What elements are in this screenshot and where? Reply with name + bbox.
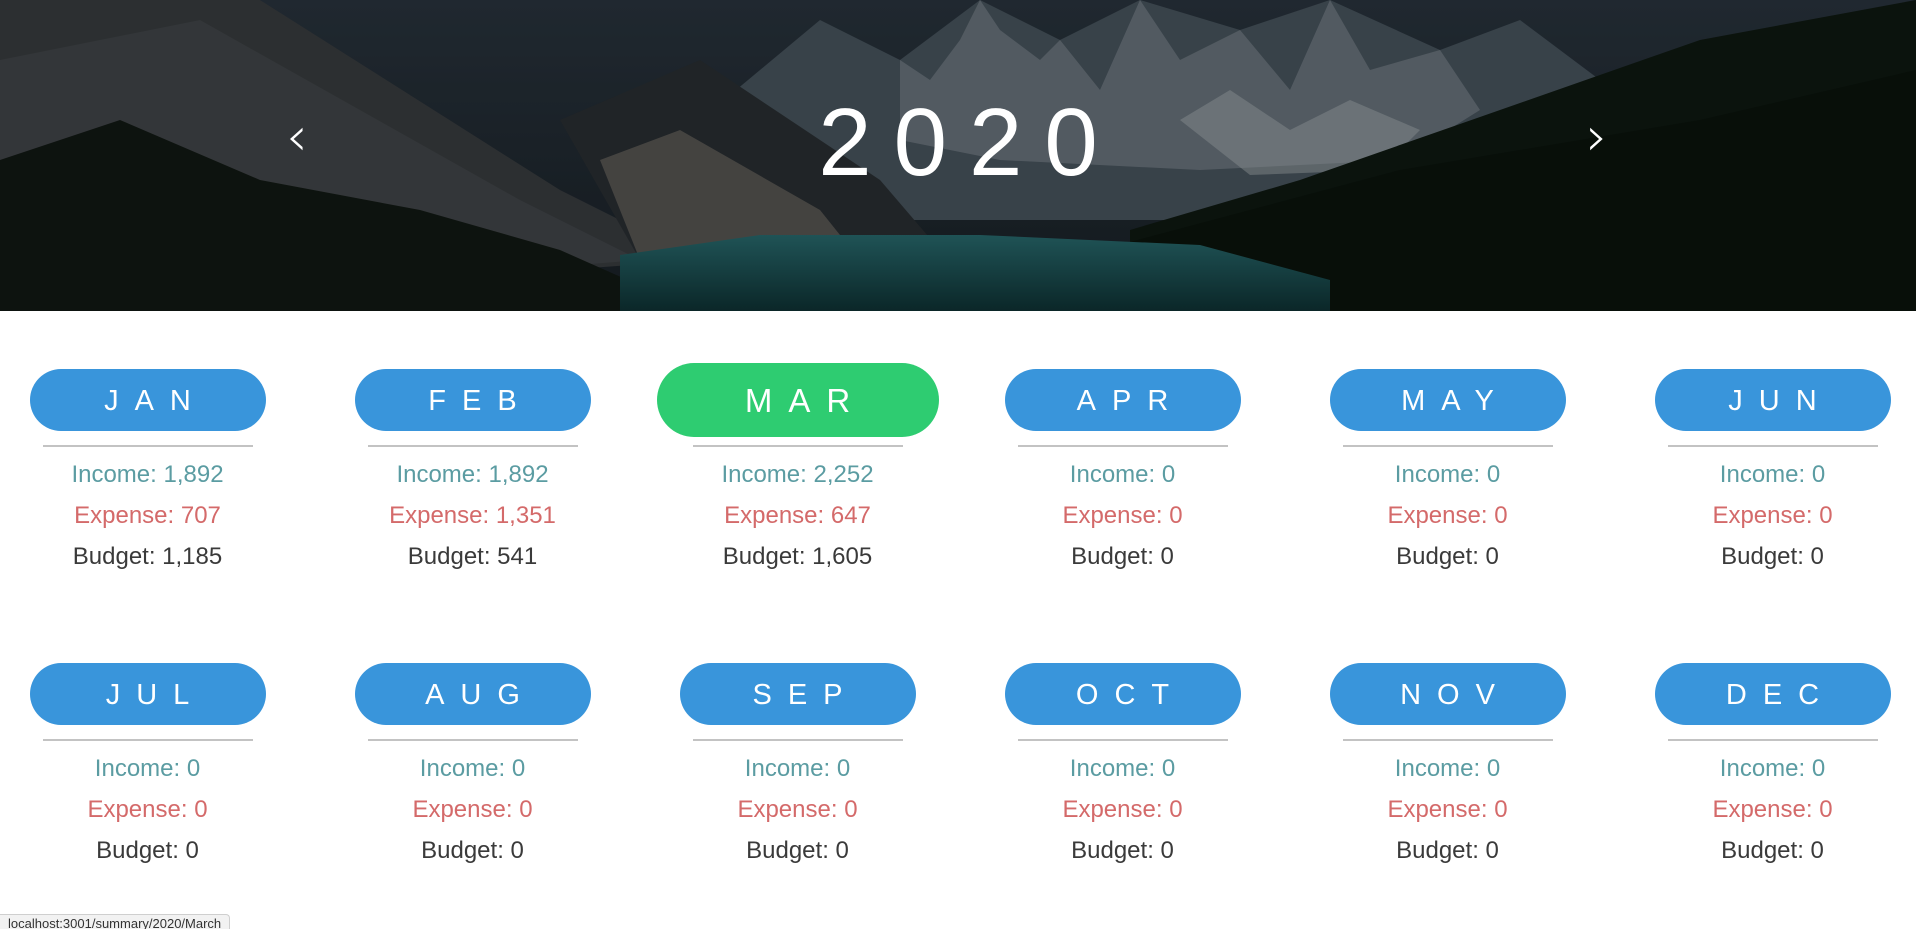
income-value: Income: 1,892 xyxy=(71,461,224,488)
budget-value: Budget: 0 xyxy=(1071,837,1174,864)
income-value: Income: 0 xyxy=(1069,755,1176,782)
expense-value: Expense: 0 xyxy=(87,796,208,823)
budget-value: Budget: 0 xyxy=(1721,837,1824,864)
month-button-jan[interactable]: JAN xyxy=(29,369,266,431)
budget-value: Budget: 0 xyxy=(1396,837,1499,864)
month-card-jul: JUL Income: 0 Expense: 0 Budget: 0 xyxy=(0,663,310,864)
expense-value: Expense: 0 xyxy=(1712,796,1833,823)
budget-value: Budget: 0 xyxy=(421,837,524,864)
month-button-jul[interactable]: JUL xyxy=(29,663,266,725)
budget-value: Budget: 0 xyxy=(1071,543,1174,570)
income-value: Income: 1,892 xyxy=(396,461,549,488)
income-value: Income: 0 xyxy=(419,755,526,782)
month-card-jun: JUN Income: 0 Expense: 0 Budget: 0 xyxy=(1610,369,1916,570)
budget-value: Budget: 541 xyxy=(407,543,538,570)
expense-value: Expense: 647 xyxy=(724,502,871,529)
income-value: Income: 0 xyxy=(1394,461,1501,488)
month-card-apr: APR Income: 0 Expense: 0 Budget: 0 xyxy=(960,369,1285,570)
month-divider xyxy=(367,445,578,447)
month-card-aug: AUG Income: 0 Expense: 0 Budget: 0 xyxy=(310,663,635,864)
month-card-mar: MAR Income: 2,252 Expense: 647 Budget: 1… xyxy=(635,363,960,570)
month-card-oct: OCT Income: 0 Expense: 0 Budget: 0 xyxy=(960,663,1285,864)
month-divider xyxy=(42,739,253,741)
month-divider xyxy=(42,445,253,447)
month-divider xyxy=(1017,739,1228,741)
income-value: Income: 0 xyxy=(94,755,201,782)
month-divider xyxy=(1342,739,1553,741)
expense-value: Expense: 0 xyxy=(1712,502,1833,529)
month-button-aug[interactable]: AUG xyxy=(354,663,591,725)
expense-value: Expense: 0 xyxy=(1062,796,1183,823)
month-divider xyxy=(692,445,903,447)
month-button-nov[interactable]: NOV xyxy=(1329,663,1566,725)
income-value: Income: 2,252 xyxy=(721,461,874,488)
month-divider xyxy=(1017,445,1228,447)
income-value: Income: 0 xyxy=(1719,461,1826,488)
month-button-may[interactable]: MAY xyxy=(1329,369,1566,431)
month-divider xyxy=(692,739,903,741)
month-button-mar[interactable]: MAR xyxy=(656,363,939,437)
month-card-sep: SEP Income: 0 Expense: 0 Budget: 0 xyxy=(635,663,960,864)
month-card-jan: JAN Income: 1,892 Expense: 707 Budget: 1… xyxy=(0,369,310,570)
next-year-arrow[interactable]: › xyxy=(1586,110,1608,164)
month-card-dec: DEC Income: 0 Expense: 0 Budget: 0 xyxy=(1610,663,1916,864)
expense-value: Expense: 0 xyxy=(412,796,533,823)
month-button-apr[interactable]: APR xyxy=(1004,369,1241,431)
expense-value: Expense: 0 xyxy=(1387,502,1508,529)
month-divider xyxy=(1667,445,1878,447)
month-button-oct[interactable]: OCT xyxy=(1004,663,1241,725)
month-button-dec[interactable]: DEC xyxy=(1654,663,1891,725)
month-divider xyxy=(367,739,578,741)
hero-banner: ‹ 2020 › xyxy=(0,0,1916,311)
budget-value: Budget: 0 xyxy=(1721,543,1824,570)
expense-value: Expense: 707 xyxy=(74,502,221,529)
expense-value: Expense: 0 xyxy=(1062,502,1183,529)
status-bar-url: localhost:3001/summary/2020/March xyxy=(0,914,231,929)
month-divider xyxy=(1667,739,1878,741)
month-divider xyxy=(1342,445,1553,447)
income-value: Income: 0 xyxy=(1719,755,1826,782)
expense-value: Expense: 0 xyxy=(737,796,858,823)
budget-value: Budget: 1,185 xyxy=(72,543,223,570)
month-card-feb: FEB Income: 1,892 Expense: 1,351 Budget:… xyxy=(310,369,635,570)
budget-value: Budget: 0 xyxy=(1396,543,1499,570)
month-button-feb[interactable]: FEB xyxy=(354,369,591,431)
month-card-nov: NOV Income: 0 Expense: 0 Budget: 0 xyxy=(1285,663,1610,864)
income-value: Income: 0 xyxy=(1069,461,1176,488)
income-value: Income: 0 xyxy=(1394,755,1501,782)
month-button-sep[interactable]: SEP xyxy=(679,663,916,725)
income-value: Income: 0 xyxy=(744,755,851,782)
expense-value: Expense: 0 xyxy=(1387,796,1508,823)
month-card-may: MAY Income: 0 Expense: 0 Budget: 0 xyxy=(1285,369,1610,570)
budget-value: Budget: 0 xyxy=(96,837,199,864)
expense-value: Expense: 1,351 xyxy=(389,502,556,529)
year-title: 2020 xyxy=(818,89,1120,196)
budget-value: Budget: 0 xyxy=(746,837,849,864)
month-button-jun[interactable]: JUN xyxy=(1654,369,1891,431)
budget-value: Budget: 1,605 xyxy=(722,543,873,570)
